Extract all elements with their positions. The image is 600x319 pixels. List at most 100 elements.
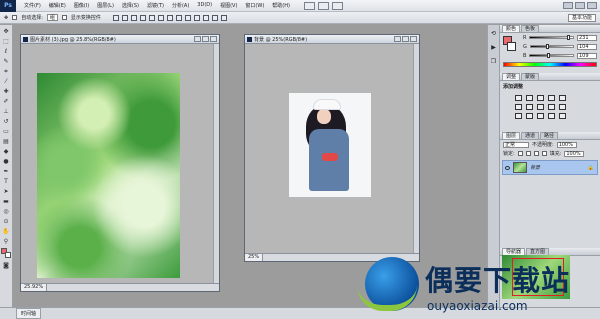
invert-icon[interactable]	[515, 113, 522, 119]
maximize-icon[interactable]	[575, 2, 585, 9]
menu-filter[interactable]: 滤镜(T)	[143, 2, 168, 9]
posterize-icon[interactable]	[526, 113, 533, 119]
visibility-eye-icon[interactable]	[505, 165, 510, 170]
menu-image[interactable]: 图像(I)	[70, 2, 93, 9]
lasso-tool-icon[interactable]: ℓ	[2, 48, 10, 55]
document-window-2[interactable]: 背景 @ 25%(RGB/8#) 25%	[244, 34, 420, 262]
r-slider-handle[interactable]	[567, 35, 571, 40]
tab-histogram[interactable]: 直方图	[526, 248, 550, 255]
tab-color[interactable]: 颜色	[502, 25, 521, 32]
distribute-bottom-icon[interactable]	[184, 14, 191, 21]
menu-view[interactable]: 视图(V)	[216, 2, 241, 9]
b-slider-handle[interactable]	[546, 53, 550, 58]
menu-select[interactable]: 选择(S)	[118, 2, 143, 9]
curves-icon[interactable]	[537, 95, 544, 101]
distribute-vcenter-icon[interactable]	[175, 14, 182, 21]
doc2-close-icon[interactable]	[410, 36, 417, 42]
doc2-maximize-icon[interactable]	[402, 36, 409, 42]
lock-position-icon[interactable]	[533, 151, 539, 156]
close-icon[interactable]	[587, 2, 597, 9]
g-slider-handle[interactable]	[546, 44, 550, 49]
brightness-contrast-icon[interactable]	[515, 95, 522, 101]
layer-name[interactable]: 背景	[530, 164, 540, 171]
doc2-minimize-icon[interactable]	[394, 36, 401, 42]
auto-select-dropdown[interactable]: 组	[46, 14, 58, 21]
distribute-top-icon[interactable]	[166, 14, 173, 21]
blur-tool-icon[interactable]: ◆	[2, 148, 10, 155]
menu-help[interactable]: 帮助(H)	[268, 2, 294, 9]
menu-window[interactable]: 窗口(W)	[241, 2, 268, 9]
threshold-icon[interactable]	[537, 113, 544, 119]
background-chip[interactable]	[507, 42, 516, 51]
brush-tool-icon[interactable]: ✐	[2, 98, 10, 105]
doc1-scrollbar[interactable]	[213, 44, 219, 283]
tab-layers[interactable]: 图层	[502, 132, 521, 139]
lock-transparent-icon[interactable]	[517, 151, 523, 156]
align-top-icon[interactable]	[112, 14, 119, 21]
vibrance-icon[interactable]	[559, 95, 566, 101]
doc1-maximize-icon[interactable]	[202, 36, 209, 42]
align-left-icon[interactable]	[139, 14, 146, 21]
minimize-icon[interactable]	[563, 2, 573, 9]
eyedropper-icon[interactable]: ⁄	[2, 78, 10, 85]
tab-navigator[interactable]: 导航器	[502, 248, 526, 255]
3d-rotate-icon[interactable]: ◎	[2, 208, 10, 215]
dodge-tool-icon[interactable]: ●	[2, 158, 10, 165]
show-transform-checkbox[interactable]	[61, 15, 67, 20]
distribute-left-icon[interactable]	[193, 14, 200, 21]
photo-filter-icon[interactable]	[548, 104, 555, 110]
history-brush-icon[interactable]: ↺	[2, 118, 10, 125]
bridge-icon[interactable]	[303, 1, 315, 10]
document-window-1[interactable]: 图片素材 (3).jpg @ 25.8%(RGB/8#) 25.92%	[20, 34, 220, 292]
type-tool-icon[interactable]: T	[2, 178, 10, 185]
b-value[interactable]: 109	[577, 52, 597, 59]
color-swatches[interactable]	[1, 248, 11, 259]
levels-icon[interactable]	[526, 95, 533, 101]
crop-tool-icon[interactable]: ⌗	[2, 68, 10, 75]
minibridge-icon[interactable]	[317, 1, 329, 10]
layer-row-background[interactable]: 背景 🔒	[502, 160, 598, 175]
opacity-field[interactable]: 100%	[556, 141, 577, 148]
black-white-icon[interactable]	[537, 104, 544, 110]
color-chips[interactable]	[503, 36, 517, 54]
color-balance-icon[interactable]	[526, 104, 533, 110]
g-value[interactable]: 104	[577, 43, 597, 50]
3d-orbit-icon[interactable]: ⊙	[2, 218, 10, 225]
blend-mode-dropdown[interactable]: 正常	[503, 141, 529, 148]
quick-select-icon[interactable]: ✎	[2, 58, 10, 65]
gradient-map-icon[interactable]	[548, 113, 555, 119]
align-right-icon[interactable]	[157, 14, 164, 21]
menu-3d[interactable]: 3D(D)	[193, 2, 216, 9]
exposure-icon[interactable]	[548, 95, 555, 101]
distribute-right-icon[interactable]	[211, 14, 218, 21]
menu-edit[interactable]: 编辑(E)	[45, 2, 70, 9]
doc1-zoom-field[interactable]: 25.92%	[21, 284, 48, 291]
document-1-titlebar[interactable]: 图片素材 (3).jpg @ 25.8%(RGB/8#)	[21, 35, 219, 44]
b-slider[interactable]	[529, 53, 574, 58]
menu-file[interactable]: 文件(F)	[20, 2, 45, 9]
hue-saturation-icon[interactable]	[515, 104, 522, 110]
move-tool-icon[interactable]: ✥	[4, 15, 8, 21]
timeline-tab[interactable]: 时间轴	[16, 308, 42, 319]
hand-tool-icon[interactable]: ✋	[2, 228, 10, 235]
tab-adjustments[interactable]: 调整	[502, 73, 521, 80]
r-value[interactable]: 231	[577, 34, 597, 41]
pen-tool-icon[interactable]: ✒	[2, 168, 10, 175]
zoom-level-icon[interactable]	[331, 1, 343, 10]
align-vcenter-icon[interactable]	[121, 14, 128, 21]
auto-select-checkbox[interactable]	[12, 15, 18, 20]
gradient-tool-icon[interactable]: ▤	[2, 138, 10, 145]
workspace-dropdown[interactable]: 基本功能	[567, 13, 596, 22]
color-spectrum[interactable]	[503, 62, 597, 67]
marquee-tool-icon[interactable]: ⬚	[2, 38, 10, 45]
lock-all-icon[interactable]	[541, 151, 547, 156]
tab-channels[interactable]: 通道	[521, 132, 540, 139]
doc1-close-icon[interactable]	[210, 36, 217, 42]
healing-brush-icon[interactable]: ✚	[2, 88, 10, 95]
g-slider[interactable]	[529, 44, 574, 49]
document-2-titlebar[interactable]: 背景 @ 25%(RGB/8#)	[245, 35, 419, 44]
fill-field[interactable]: 100%	[564, 150, 585, 157]
selective-color-icon[interactable]	[559, 113, 566, 119]
3d-panel-icon[interactable]: ❒	[490, 58, 498, 66]
move-tool-icon[interactable]: ✥	[2, 28, 10, 35]
